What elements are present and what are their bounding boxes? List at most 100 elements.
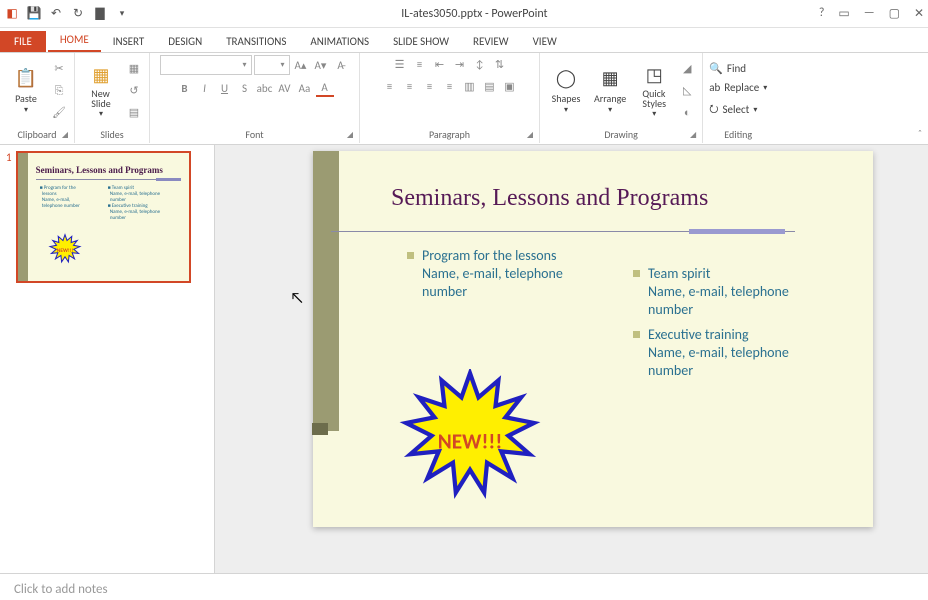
bold-icon[interactable]: B xyxy=(176,79,194,97)
shape-effects-icon[interactable]: ◐ xyxy=(678,104,696,122)
quick-styles-button[interactable]: ◳ Quick Styles▾ xyxy=(634,61,674,121)
find-button[interactable]: 🔍Find xyxy=(709,62,746,75)
star-icon: NEW!!! xyxy=(48,233,82,267)
replace-button[interactable]: abReplace▾ xyxy=(709,81,767,94)
ribbon: 📋 Paste ▾ ✂ ⎘ 🖌 Clipboard ◢ ▦ New Slide ▾… xyxy=(0,53,928,145)
star-shape[interactable]: NEW!!! xyxy=(399,369,541,511)
decrease-indent-icon[interactable]: ⇤ xyxy=(431,55,449,73)
mouse-cursor-icon: ↖ xyxy=(290,289,304,308)
save-icon[interactable]: 💾 xyxy=(26,6,42,22)
text-direction-icon[interactable]: ⇅ xyxy=(491,55,509,73)
section-icon[interactable]: ▤ xyxy=(125,104,143,122)
group-editing: 🔍Find abReplace▾ ⭮Select▾ Editing xyxy=(703,53,773,143)
window-controls: ? ▭ — ▢ ✕ xyxy=(819,6,924,21)
undo-icon[interactable]: ↶ xyxy=(48,6,64,22)
group-label-paragraph: Paragraph xyxy=(429,128,470,141)
restore-icon[interactable]: ▢ xyxy=(889,6,900,21)
align-center-icon[interactable]: ≡ xyxy=(401,77,419,95)
drawing-launcher-icon[interactable]: ◢ xyxy=(690,130,696,140)
group-label-drawing: Drawing xyxy=(604,128,638,141)
group-label-clipboard: Clipboard xyxy=(17,128,56,141)
italic-icon[interactable]: I xyxy=(196,79,214,97)
tab-animations[interactable]: ANIMATIONS xyxy=(298,31,381,52)
quick-styles-icon: ◳ xyxy=(642,63,666,87)
paragraph-launcher-icon[interactable]: ◢ xyxy=(527,130,533,140)
font-color-icon[interactable]: A xyxy=(316,79,334,97)
ribbon-options-icon[interactable]: ▭ xyxy=(838,6,849,21)
numbering-icon[interactable]: ≡ xyxy=(411,55,429,73)
tab-slideshow[interactable]: SLIDE SHOW xyxy=(381,31,461,52)
close-icon[interactable]: ✕ xyxy=(914,6,924,21)
slide-canvas[interactable]: Seminars, Lessons and Programs Program f… xyxy=(313,151,873,527)
content-column-1[interactable]: Program for the lessonsName, e-mail, tel… xyxy=(407,247,577,308)
format-painter-icon[interactable]: 🖌 xyxy=(50,104,68,122)
redo-icon[interactable]: ↻ xyxy=(70,6,86,22)
replace-icon: ab xyxy=(709,81,720,94)
tab-home[interactable]: HOME xyxy=(48,29,101,52)
tab-file[interactable]: FILE xyxy=(0,31,46,52)
line-spacing-icon[interactable]: ↕ xyxy=(471,55,489,73)
tab-design[interactable]: DESIGN xyxy=(156,31,214,52)
clipboard-launcher-icon[interactable]: ◢ xyxy=(62,130,68,140)
align-right-icon[interactable]: ≡ xyxy=(421,77,439,95)
qa-customize-icon[interactable]: ▾ xyxy=(114,6,130,22)
increase-font-icon[interactable]: A▴ xyxy=(292,56,310,74)
change-case-icon[interactable]: Aa xyxy=(296,79,314,97)
group-paragraph: ☰ ≡ ⇤ ⇥ ↕ ⇅ ≡ ≡ ≡ ≡ ▥ ▤ ▣ Paragraph ◢ xyxy=(360,53,540,143)
justify-icon[interactable]: ≡ xyxy=(441,77,459,95)
font-launcher-icon[interactable]: ◢ xyxy=(347,130,353,140)
minimize-icon[interactable]: — xyxy=(864,6,875,21)
collapse-ribbon-icon[interactable]: ˆ xyxy=(918,127,922,140)
layout-icon[interactable]: ▦ xyxy=(125,60,143,78)
slide-editor[interactable]: Seminars, Lessons and Programs Program f… xyxy=(215,145,928,573)
group-slides: ▦ New Slide ▾ ▦ ↺ ▤ Slides xyxy=(75,53,150,143)
underline-icon[interactable]: U xyxy=(216,79,234,97)
notes-pane[interactable]: Click to add notes xyxy=(0,573,928,600)
slide-thumbnail-1[interactable]: Seminars, Lessons and Programs ■ Program… xyxy=(16,151,191,283)
bullet-icon xyxy=(633,331,640,338)
select-button[interactable]: ⭮Select▾ xyxy=(709,100,757,119)
reset-icon[interactable]: ↺ xyxy=(125,82,143,100)
align-left-icon[interactable]: ≡ xyxy=(381,77,399,95)
shape-fill-icon[interactable]: ◢ xyxy=(678,60,696,78)
align-text-icon[interactable]: ▤ xyxy=(481,77,499,95)
copy-icon[interactable]: ⎘ xyxy=(50,82,68,100)
smartart-icon[interactable]: ▣ xyxy=(501,77,519,95)
tab-transitions[interactable]: TRANSITIONS xyxy=(214,31,298,52)
columns-icon[interactable]: ▥ xyxy=(461,77,479,95)
svg-text:NEW!!!: NEW!!! xyxy=(56,248,73,254)
tab-review[interactable]: REVIEW xyxy=(461,31,521,52)
paste-label: Paste xyxy=(15,92,37,105)
content-column-2[interactable]: Team spiritName, e-mail, telephone numbe… xyxy=(633,265,833,386)
new-slide-icon: ▦ xyxy=(89,63,113,87)
slide-thumbnails-panel: 1 Seminars, Lessons and Programs ■ Progr… xyxy=(0,145,215,573)
clear-formatting-icon[interactable]: A̶ xyxy=(332,56,350,74)
start-from-beginning-icon[interactable]: ▇ xyxy=(92,6,108,22)
star-text: NEW!!! xyxy=(438,429,503,455)
slide-title[interactable]: Seminars, Lessons and Programs xyxy=(391,185,708,212)
font-name-combo[interactable]: ▾ xyxy=(160,55,252,75)
tab-insert[interactable]: INSERT xyxy=(101,31,157,52)
shape-outline-icon[interactable]: ◺ xyxy=(678,82,696,100)
cut-icon[interactable]: ✂ xyxy=(50,60,68,78)
tab-view[interactable]: VIEW xyxy=(521,31,569,52)
new-slide-button[interactable]: ▦ New Slide ▾ xyxy=(81,61,121,121)
decrease-font-icon[interactable]: A▾ xyxy=(312,56,330,74)
app-icon: ◧ xyxy=(4,6,20,22)
shapes-button[interactable]: ◯ Shapes▾ xyxy=(546,64,586,117)
font-size-combo[interactable]: ▾ xyxy=(254,55,290,75)
group-drawing: ◯ Shapes▾ ▦ Arrange▾ ◳ Quick Styles▾ ◢ ◺… xyxy=(540,53,703,143)
strikethrough-icon[interactable]: abc xyxy=(256,79,274,97)
char-spacing-icon[interactable]: AV xyxy=(276,79,294,97)
paste-button[interactable]: 📋 Paste ▾ xyxy=(6,64,46,117)
group-label-font: Font xyxy=(245,128,263,141)
title-underline-accent xyxy=(689,229,785,234)
new-slide-label: New Slide xyxy=(91,89,110,109)
shadow-icon[interactable]: S xyxy=(236,79,254,97)
notes-placeholder: Click to add notes xyxy=(14,582,108,597)
slide-decor-sidebar xyxy=(313,151,339,431)
increase-indent-icon[interactable]: ⇥ xyxy=(451,55,469,73)
help-icon[interactable]: ? xyxy=(819,6,825,21)
arrange-button[interactable]: ▦ Arrange▾ xyxy=(590,64,630,117)
bullets-icon[interactable]: ☰ xyxy=(391,55,409,73)
